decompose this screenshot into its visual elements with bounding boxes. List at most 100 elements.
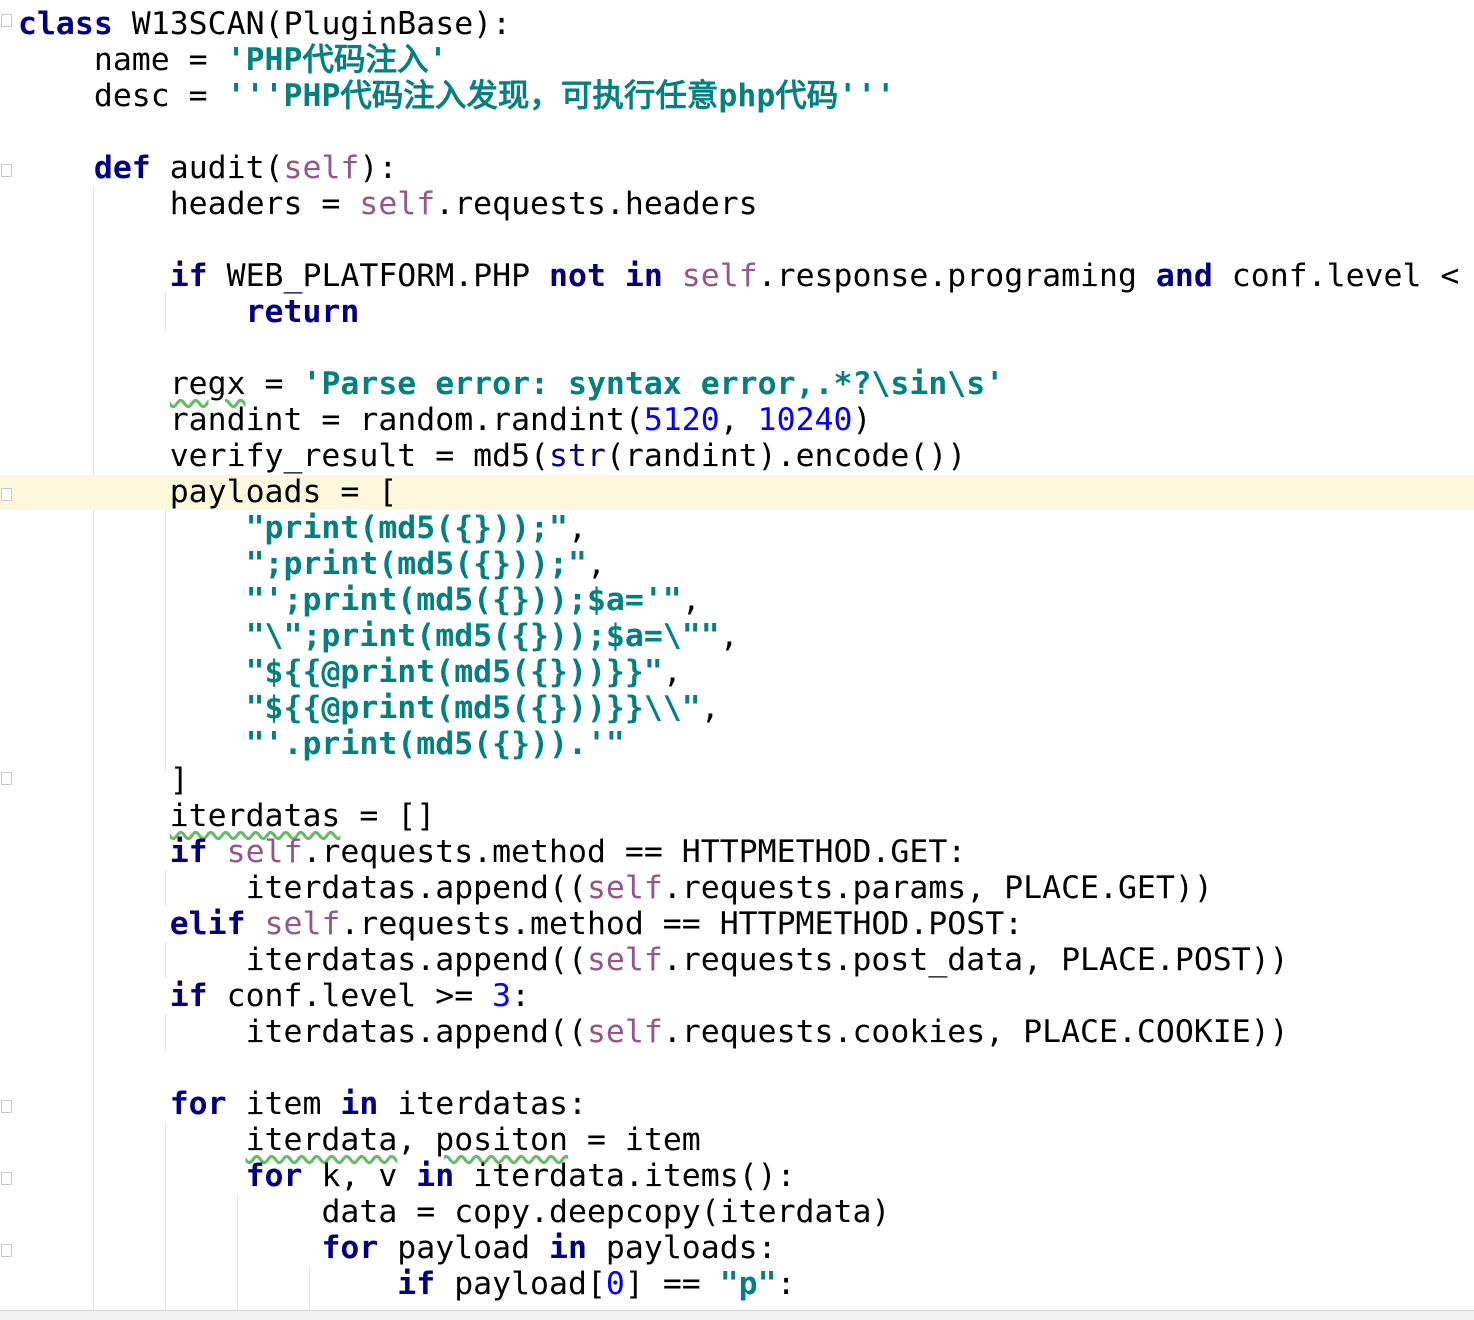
code-line[interactable]: class W13SCAN(PluginBase): <box>18 6 511 42</box>
fold-marker[interactable] <box>1 772 12 785</box>
code-token: return <box>245 294 360 330</box>
code-token: 10240 <box>757 402 853 438</box>
code-token: conf.level < <box>1212 258 1474 294</box>
code-token: iterdata <box>245 1122 398 1158</box>
code-token: , <box>700 690 720 726</box>
code-token: "\";print(md5({}));$a=\"" <box>245 618 720 654</box>
code-token: iterdatas.append(( <box>245 942 587 978</box>
fold-marker[interactable] <box>1 14 12 27</box>
code-line[interactable]: if conf.level >= 3: <box>18 978 530 1014</box>
code-token: regx <box>169 366 246 402</box>
code-token: 0 <box>605 1266 625 1302</box>
code-token: for <box>245 1158 303 1194</box>
code-line[interactable]: verify_result = md5(str(randint).encode(… <box>18 438 967 474</box>
code-token: not in <box>549 258 663 294</box>
code-token: .requests.method == HTTPMETHOD.POST: <box>340 906 1024 942</box>
code-editor[interactable]: class W13SCAN(PluginBase): name = 'PHP代码… <box>0 0 1474 1320</box>
code-token: , <box>397 1122 436 1158</box>
code-token: self <box>226 834 303 870</box>
code-line[interactable]: data = copy.deepcopy(iterdata) <box>18 1194 890 1230</box>
code-line[interactable]: payloads = [ <box>18 474 398 510</box>
code-line[interactable]: iterdatas.append((self.requests.post_dat… <box>18 942 1289 978</box>
code-line[interactable]: randint = random.randint(5120, 10240) <box>18 402 872 438</box>
code-token: data = copy.deepcopy(iterdata) <box>321 1194 891 1230</box>
code-token: iterdatas: <box>378 1086 587 1122</box>
code-token: in <box>340 1086 379 1122</box>
code-token: = [] <box>340 798 436 834</box>
code-token: if <box>169 978 208 1014</box>
code-token: payloads = [ <box>169 474 398 510</box>
code-line[interactable]: "${{@print(md5({}))}}", <box>18 654 682 690</box>
code-line[interactable]: if payload[0] == "p": <box>18 1266 795 1302</box>
code-token: iterdatas.append(( <box>245 1014 587 1050</box>
code-line[interactable]: if self.requests.method == HTTPMETHOD.GE… <box>18 834 967 870</box>
code-token: name = <box>93 42 227 78</box>
fold-marker[interactable] <box>1 1172 12 1185</box>
code-token: conf.level >= <box>207 978 493 1014</box>
code-line[interactable]: iterdatas = [] <box>18 798 436 834</box>
code-line[interactable]: iterdatas.append((self.requests.params, … <box>18 870 1213 906</box>
code-line[interactable]: "${{@print(md5({}))}}\\", <box>18 690 720 726</box>
fold-marker[interactable] <box>1 1244 12 1257</box>
code-line[interactable]: def audit(self): <box>18 150 397 186</box>
code-token: item <box>226 1086 341 1122</box>
code-line[interactable]: iterdatas.append((self.requests.cookies,… <box>18 1014 1289 1050</box>
code-token: positon <box>435 1122 568 1158</box>
code-line[interactable]: iterdata, positon = item <box>18 1122 701 1158</box>
code-line[interactable]: "'.print(md5({})).'" <box>18 726 625 762</box>
code-line[interactable]: "print(md5({}));", <box>18 510 587 546</box>
code-token: .requests.params, PLACE.GET)) <box>662 870 1213 906</box>
horizontal-scrollbar[interactable] <box>0 1310 1474 1320</box>
code-line[interactable]: for item in iterdatas: <box>18 1086 587 1122</box>
code-token: for <box>169 1086 227 1122</box>
code-line[interactable]: elif self.requests.method == HTTPMETHOD.… <box>18 906 1023 942</box>
code-token: payloads: <box>586 1230 777 1266</box>
code-token: self <box>586 1014 663 1050</box>
code-line[interactable]: regx = 'Parse error: syntax error,.*?\si… <box>18 366 1004 402</box>
code-line[interactable]: ";print(md5({}));", <box>18 546 606 582</box>
code-line[interactable]: for payload in payloads: <box>18 1230 777 1266</box>
code-line[interactable]: for k, v in iterdata.items(): <box>18 1158 796 1194</box>
fold-marker[interactable] <box>1 164 12 177</box>
code-token: randint = random.randint( <box>169 402 644 438</box>
fold-marker[interactable] <box>1 488 12 501</box>
code-token: ] == <box>624 1266 720 1302</box>
code-line[interactable]: name = 'PHP代码注入' <box>18 42 448 78</box>
code-line[interactable]: "';print(md5({}));$a='", <box>18 582 701 618</box>
code-token: if <box>169 834 208 870</box>
code-token: if <box>397 1266 436 1302</box>
code-token: "${{@print(md5({}))}}\\" <box>245 690 701 726</box>
code-token: def <box>93 150 151 186</box>
code-line[interactable]: "\";print(md5({}));$a=\"", <box>18 618 739 654</box>
code-token: '''PHP代码注入发现，可执行任意php代码''' <box>226 78 896 114</box>
code-line[interactable]: desc = '''PHP代码注入发现，可执行任意php代码''' <box>18 78 895 114</box>
code-token: ] <box>169 762 189 798</box>
code-token: elif <box>169 906 246 942</box>
code-line[interactable]: return <box>18 294 360 330</box>
code-token: self <box>359 186 436 222</box>
code-line[interactable]: ] <box>18 762 189 798</box>
code-token: , <box>586 546 606 582</box>
code-token: self <box>264 906 341 942</box>
code-line[interactable]: headers = self.requests.headers <box>18 186 758 222</box>
code-token: desc = <box>93 78 227 114</box>
code-line[interactable]: if WEB_PLATFORM.PHP not in self.response… <box>18 258 1474 294</box>
fold-marker[interactable] <box>1 1100 12 1113</box>
code-token: payload <box>378 1230 550 1266</box>
code-token: k, v <box>302 1158 417 1194</box>
